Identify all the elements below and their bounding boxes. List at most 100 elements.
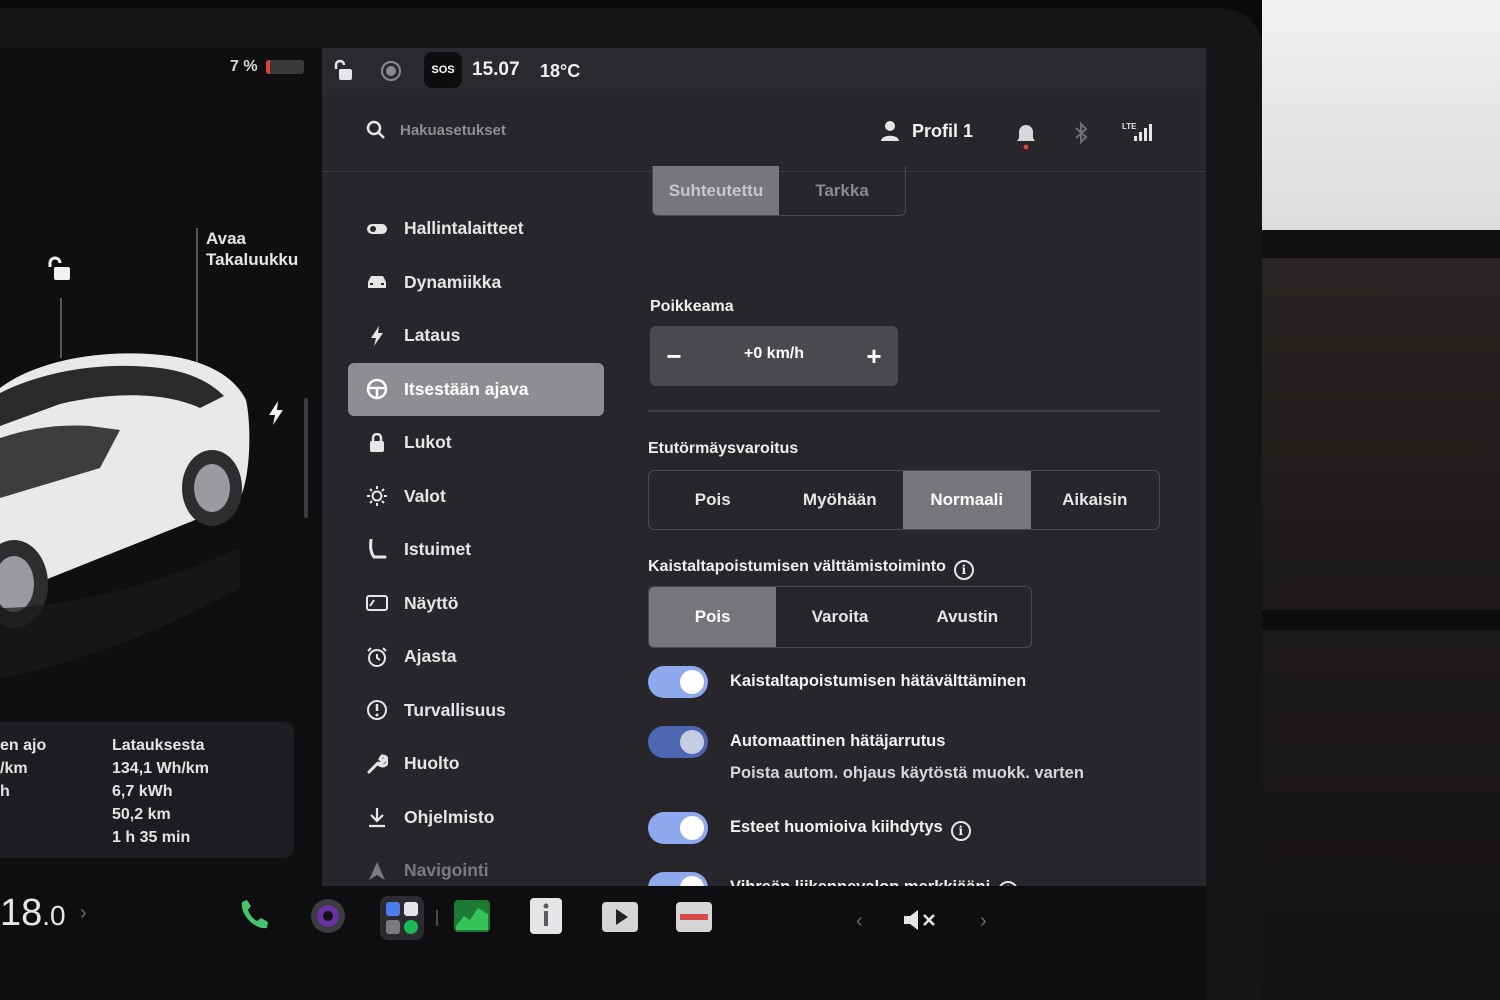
panel-scrollbar[interactable]: [304, 398, 308, 518]
emergency-lane-departure-toggle[interactable]: [648, 666, 708, 698]
display-icon: [366, 592, 388, 614]
toggle-knob: [680, 730, 704, 754]
plus-icon: +: [866, 340, 882, 371]
sidebar-item-autopilot[interactable]: Itsestään ajava: [348, 362, 604, 416]
sos-button[interactable]: SOS: [424, 52, 462, 88]
fcw-option-normal[interactable]: Normaali: [903, 471, 1031, 529]
volume-muted-icon[interactable]: [902, 908, 938, 932]
chevron-left-icon[interactable]: ‹: [856, 910, 863, 933]
trip-stats-card: en ajo /km h Latauksesta 134,1 Wh/km 6,7…: [0, 722, 294, 858]
info-icon[interactable]: i: [950, 821, 971, 841]
seat-icon: [366, 538, 388, 561]
sidebar-item-service[interactable]: Huolto: [348, 737, 604, 791]
bluetooth-icon[interactable]: [1074, 122, 1088, 144]
sidebar-item-display[interactable]: Näyttö: [348, 577, 604, 631]
lda-option-assist[interactable]: Avustin: [904, 587, 1031, 647]
fcw-option-early[interactable]: Aikaisin: [1031, 471, 1160, 529]
offset-label: Poikkeama: [650, 298, 734, 315]
temperature-control[interactable]: 18.0: [0, 892, 66, 935]
phone-icon[interactable]: [234, 896, 274, 936]
obstacle-aware-acceleration-toggle[interactable]: [648, 812, 708, 844]
sidebar-item-label: Huolto: [404, 753, 460, 774]
fcw-option-off[interactable]: Pois: [649, 471, 777, 529]
option-label: Pois: [694, 607, 731, 626]
chevron-right-icon[interactable]: ›: [80, 902, 87, 925]
theater-icon[interactable]: [600, 896, 640, 936]
toggle-label-wrap: Esteet huomioiva kiihdytys i: [730, 818, 971, 841]
energy-chart-icon[interactable]: [452, 896, 492, 936]
dashboard-ledge: [1262, 230, 1500, 258]
option-label: Avustin: [936, 607, 999, 626]
unlock-icon[interactable]: [46, 256, 74, 282]
toggle-knob: [680, 876, 704, 886]
cabin-temp-decimal: .0: [42, 900, 66, 931]
fcw-option-late[interactable]: Myöhään: [777, 471, 904, 529]
charge-port-icon[interactable]: [266, 400, 286, 426]
trip-stat: /km: [0, 760, 28, 777]
option-label: Varoita: [811, 607, 869, 626]
open-trunk-label-line1: Avaa: [206, 229, 247, 248]
car-image: [0, 353, 250, 678]
cabin-temp-value: 18: [0, 892, 43, 934]
lte-signal-icon: LTE: [1122, 122, 1152, 141]
sidebar-item-dynamics[interactable]: Dynamiikka: [348, 256, 604, 310]
sidebar-item-label: Dynamiikka: [404, 271, 502, 292]
sidebar-item-navigation[interactable]: Navigointi: [348, 844, 604, 886]
sidebar-item-software[interactable]: Ohjelmisto: [348, 791, 604, 845]
lda-option-off[interactable]: Pois: [649, 587, 777, 647]
automatic-emergency-braking-toggle[interactable]: [648, 726, 708, 758]
trip-stat: en ajo: [0, 737, 47, 754]
manual-icon[interactable]: [526, 896, 566, 936]
lock-status-icon[interactable]: [332, 58, 356, 82]
forward-collision-selector: Pois Myöhään Normaali Aikaisin: [648, 470, 1160, 530]
trip-stats-heading: Latauksesta: [112, 737, 205, 754]
toybox-icon[interactable]: [674, 896, 714, 936]
sidebar-item-controls[interactable]: Hallintalaitteet: [348, 202, 604, 256]
camera-icon[interactable]: [308, 896, 348, 936]
sidebar-item-lights[interactable]: Valot: [348, 470, 604, 524]
outside-temperature: 18°C: [540, 61, 581, 81]
lock-icon: [366, 432, 388, 454]
green-light-chime-toggle[interactable]: [648, 872, 708, 886]
driver-profile-button[interactable]: Profil 1: [880, 120, 973, 142]
notification-bell-icon[interactable]: [1016, 122, 1036, 150]
chevron-right-icon[interactable]: ›: [980, 910, 987, 933]
car-visualization-panel: 7 % Avaa Takaluukku en ajo /km h Latauks…: [0, 48, 322, 886]
trip-stat: 6,7 kWh: [112, 783, 173, 800]
sidebar-item-schedule[interactable]: Ajasta: [348, 630, 604, 684]
settings-sidebar: Hallintalaitteet Dynamiikka Lataus Itses…: [348, 202, 604, 886]
battery-bar: [265, 60, 304, 74]
sidebar-item-seats[interactable]: Istuimet: [348, 523, 604, 577]
trip-stats-left: en ajo /km h: [0, 734, 46, 803]
wrench-icon: [366, 753, 388, 775]
trip-stat: h: [0, 783, 10, 800]
sidebar-item-label: Näyttö: [404, 592, 459, 613]
sentry-mode-icon[interactable]: [380, 60, 402, 82]
settings-search-input[interactable]: [400, 118, 700, 142]
profile-name: Profil 1: [912, 120, 974, 141]
open-trunk-button[interactable]: Avaa Takaluukku: [206, 228, 298, 270]
sidebar-item-locks[interactable]: Lukot: [348, 416, 604, 470]
apps-icon[interactable]: [380, 896, 424, 940]
speed-mode-fixed-option[interactable]: Tarkka: [779, 166, 905, 215]
toggle-label: Esteet huomioiva kiihdytys: [730, 818, 943, 836]
sidebar-item-charging[interactable]: Lataus: [348, 309, 604, 363]
navigation-icon: [366, 860, 388, 882]
sidebar-item-label: Istuimet: [404, 539, 472, 560]
info-icon[interactable]: i: [953, 560, 974, 580]
sidebar-item-safety[interactable]: Turvallisuus: [348, 684, 604, 738]
option-label: Suhteutettu: [668, 180, 764, 200]
increase-offset-button[interactable]: +: [856, 338, 892, 374]
toggle-label: Vihreän liikennevalon merkkiääni: [730, 878, 990, 886]
trip-stat: 134,1 Wh/km: [112, 760, 209, 777]
lda-option-warn[interactable]: Varoita: [776, 587, 903, 647]
car-icon: [366, 271, 388, 293]
sidebar-item-label: Ajasta: [404, 646, 457, 667]
sun-icon: [366, 485, 388, 507]
speed-mode-relative-option[interactable]: Suhteutettu: [653, 166, 779, 215]
bolt-icon: [366, 325, 388, 347]
sidebar-item-label: Ohjelmisto: [404, 806, 495, 827]
option-label: Normaali: [930, 490, 1004, 509]
exclamation-circle-icon: [366, 699, 388, 721]
dashboard-ledge: [1262, 610, 1500, 630]
